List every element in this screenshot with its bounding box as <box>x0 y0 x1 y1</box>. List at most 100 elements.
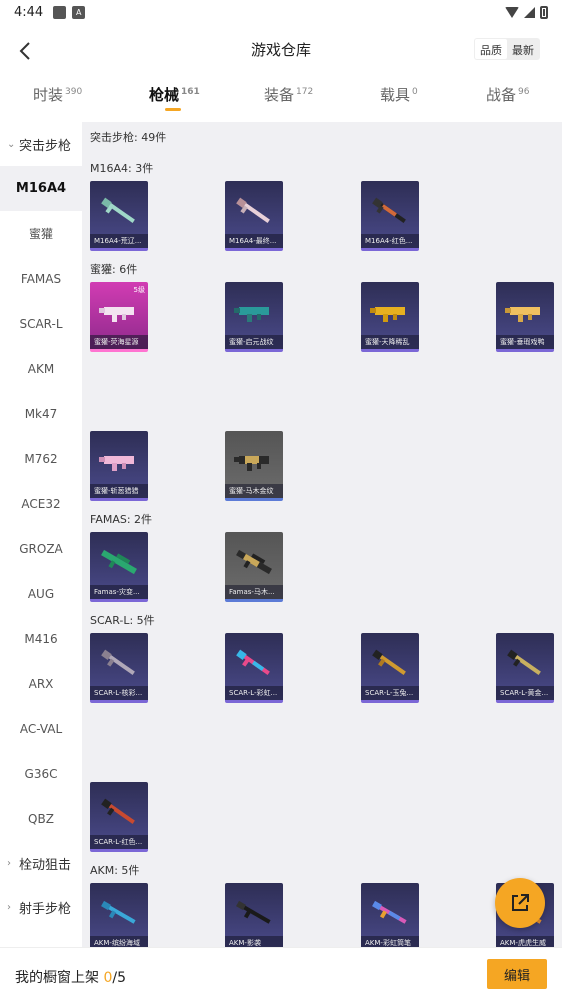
sidebar-group-label: 射手步枪 <box>19 901 72 917</box>
tab-weapons[interactable]: 枪械 161 <box>149 84 200 105</box>
showcase-footer: 我的橱窗上架 0/5 编辑 <box>0 947 562 999</box>
sidebar-item-m416[interactable]: M416 <box>0 616 82 661</box>
weapon-name: 蜜獾-荧海星源 <box>90 335 148 349</box>
sidebar-item-arx[interactable]: ARX <box>0 661 82 706</box>
tab-label: 装备 <box>264 86 295 104</box>
sidebar-item-ace32[interactable]: ACE32 <box>0 481 82 526</box>
weapon-name: Famas-灾变... <box>90 585 148 599</box>
chevron-right-icon: › <box>7 901 11 913</box>
notification-icon <box>53 5 67 19</box>
sort-quality-button[interactable]: 品质 <box>475 39 507 59</box>
category-title: 突击步枪: 49件 <box>90 131 167 144</box>
weapon-name: SCAR-L-黄金... <box>496 686 554 700</box>
tab-count: 390 <box>65 87 83 97</box>
tab-equipment[interactable]: 装备 172 <box>264 84 313 105</box>
active-tab-indicator <box>165 108 181 111</box>
section-title: M16A4: 3件 <box>90 162 154 175</box>
battery-icon <box>540 5 548 19</box>
sidebar-group-label: 栓动狙击 <box>19 857 72 873</box>
chevron-right-icon: › <box>7 857 11 869</box>
weapon-card[interactable]: Famas-马木... <box>225 532 283 602</box>
weapon-name: SCAR-L-红色... <box>90 835 148 849</box>
weapon-card[interactable]: SCAR-L-红色... <box>90 782 148 852</box>
showcase-label: 我的橱窗上架 <box>15 970 104 986</box>
weapon-card[interactable]: M16A4-最终... <box>225 181 283 251</box>
sidebar-item-aug[interactable]: AUG <box>0 571 82 616</box>
weapon-name: SCAR-L-彩虹... <box>225 686 283 700</box>
tab-supplies[interactable]: 战备 96 <box>486 84 529 105</box>
weapon-card[interactable]: M16A4-荒辽... <box>90 181 148 251</box>
sort-newest-button[interactable]: 最新 <box>507 39 539 59</box>
sidebar-item-mk47[interactable]: Mk47 <box>0 391 82 436</box>
weapon-card[interactable]: 蜜獾-天降稀乱 <box>361 282 419 352</box>
tab-label: 时装 <box>33 86 64 104</box>
weapon-card[interactable]: M16A4-红色... <box>361 181 419 251</box>
rifle-icon <box>101 197 135 223</box>
tab-label: 载具 <box>380 86 411 104</box>
tab-label: 战备 <box>486 86 517 104</box>
sidebar-item-scar-l[interactable]: SCAR-L <box>0 301 82 346</box>
weapon-name: M16A4-荒辽... <box>90 234 148 248</box>
weapon-card[interactable]: 蜜獾-启元战纹 <box>225 282 283 352</box>
sidebar-item-groza[interactable]: GROZA <box>0 526 82 571</box>
tab-count: 96 <box>518 87 530 97</box>
rifle-icon <box>236 549 272 575</box>
weapon-name: AKM-虎虎生威 <box>496 936 554 947</box>
rifle-icon <box>372 900 407 924</box>
weapon-name: 蜜獾-斩葱猎猎 <box>90 484 148 498</box>
weapon-card[interactable]: SCAR-L-核彩... <box>90 633 148 703</box>
smg-icon <box>505 307 540 322</box>
chevron-down-icon: ⌄ <box>7 138 16 150</box>
rifle-icon <box>236 197 270 223</box>
weapon-name: 蜜獾-启元战纹 <box>225 335 283 349</box>
share-external-icon <box>512 894 529 911</box>
wifi-icon <box>505 6 519 18</box>
rifle-icon <box>101 900 136 924</box>
smg-icon <box>99 456 134 471</box>
weapon-card[interactable]: AKM-影袭 <box>225 883 283 947</box>
sidebar-item-honey-badger[interactable]: 蜜獾 <box>0 211 82 256</box>
weapon-card[interactable]: 蜜獾-垂瑕戏鸭 <box>496 282 554 352</box>
tab-fashion[interactable]: 时装 390 <box>33 84 82 105</box>
weapon-name: SCAR-L-玉兔... <box>361 686 419 700</box>
weapon-card[interactable]: AKM-缤纷海域 <box>90 883 148 947</box>
weapon-card[interactable]: Famas-灾变... <box>90 532 148 602</box>
sidebar-item-m16a4[interactable]: M16A4 <box>0 166 82 211</box>
tab-label: 枪械 <box>149 86 180 104</box>
tab-vehicles[interactable]: 载具 0 <box>380 84 418 105</box>
weapon-name: AKM-影袭 <box>225 936 283 947</box>
smg-icon <box>234 456 269 471</box>
section-title: 蜜獾: 6件 <box>90 263 138 276</box>
share-button[interactable] <box>495 878 545 928</box>
weapon-name: SCAR-L-核彩... <box>90 686 148 700</box>
sidebar-item-g36c[interactable]: G36C <box>0 751 82 796</box>
showcase-count: 我的橱窗上架 0/5 <box>15 967 126 987</box>
rifle-icon <box>236 649 270 675</box>
weapon-card[interactable]: 5级蜜獾-荧海星源 <box>90 282 148 352</box>
weapon-name: 蜜獾-垂瑕戏鸭 <box>496 335 554 349</box>
weapon-card[interactable]: SCAR-L-黄金... <box>496 633 554 703</box>
weapon-card[interactable]: 蜜獾-斩葱猎猎 <box>90 431 148 501</box>
rifle-icon <box>101 649 135 675</box>
sidebar-item-akm[interactable]: AKM <box>0 346 82 391</box>
weapon-name: 蜜獾-马木金纹 <box>225 484 283 498</box>
sidebar-group-assault-rifle[interactable]: ⌄ 突击步枪 <box>0 122 82 166</box>
sidebar-item-famas[interactable]: FAMAS <box>0 256 82 301</box>
sidebar-group-marksman[interactable]: › 射手步枪 <box>0 885 82 929</box>
sidebar-item-qbz[interactable]: QBZ <box>0 796 82 841</box>
weapon-card[interactable]: 蜜獾-马木金纹 <box>225 431 283 501</box>
weapon-card[interactable]: AKM-彩虹筒笔 <box>361 883 419 947</box>
section-title: SCAR-L: 5件 <box>90 614 155 627</box>
section-title: FAMAS: 2件 <box>90 513 153 526</box>
sidebar-group-bolt-sniper[interactable]: › 栓动狙击 <box>0 841 82 885</box>
edit-button[interactable]: 编辑 <box>487 959 547 989</box>
weapon-card[interactable]: SCAR-L-彩虹... <box>225 633 283 703</box>
weapon-card[interactable]: SCAR-L-玉兔... <box>361 633 419 703</box>
sidebar-group-label: 突击步枪 <box>19 138 72 154</box>
sidebar-item-ac-val[interactable]: AC-VAL <box>0 706 82 751</box>
section-title: AKM: 5件 <box>90 864 140 877</box>
level-badge: 5级 <box>133 286 145 294</box>
cell-signal-icon <box>524 6 535 18</box>
smg-icon <box>234 307 269 322</box>
sidebar-item-m762[interactable]: M762 <box>0 436 82 481</box>
